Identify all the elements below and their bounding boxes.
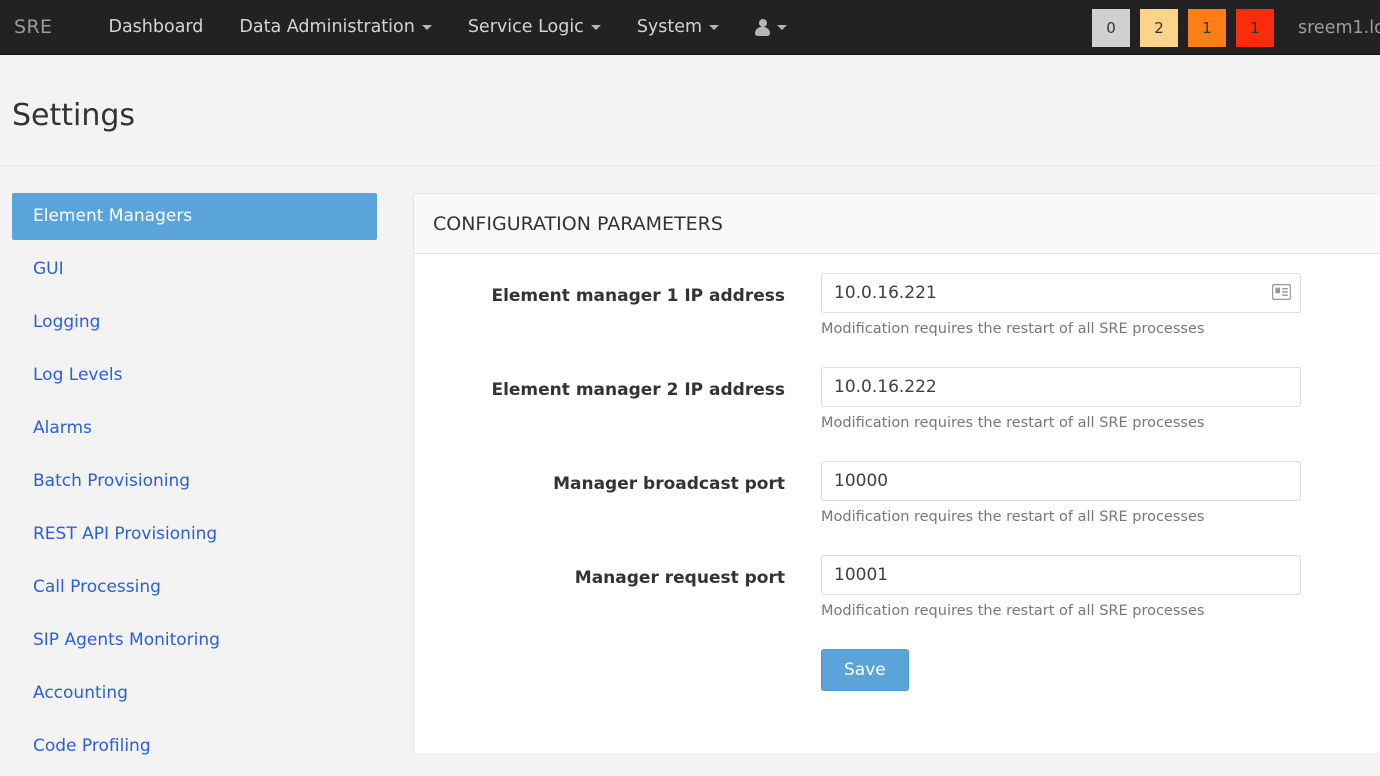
input-wrapper bbox=[821, 461, 1301, 501]
sidebar-item-code-profiling[interactable]: Code Profiling bbox=[12, 723, 377, 770]
panel-body: Element manager 1 IP address Modification… bbox=[414, 254, 1380, 691]
configuration-form: Element manager 1 IP address Modification… bbox=[414, 273, 1380, 643]
nav-link-label: Service Logic bbox=[467, 16, 584, 37]
address-card-icon[interactable] bbox=[1271, 283, 1292, 301]
chevron-down-icon bbox=[777, 24, 788, 30]
user-icon bbox=[755, 19, 771, 36]
status-badge[interactable]: 0 bbox=[1092, 8, 1130, 47]
sidebar-item-element-managers[interactable]: Element Managers bbox=[12, 193, 377, 240]
sidebar-item-alarms[interactable]: Alarms bbox=[12, 405, 377, 452]
sidebar-item-accounting[interactable]: Accounting bbox=[12, 670, 377, 717]
panel-header: CONFIGURATION PARAMETERS bbox=[414, 194, 1380, 254]
user-menu[interactable] bbox=[737, 0, 805, 55]
save-row: Save bbox=[414, 649, 1380, 691]
sidebar-item-call-processing[interactable]: Call Processing bbox=[12, 564, 377, 611]
manager-request-port-input[interactable] bbox=[821, 555, 1301, 595]
form-label: Element manager 2 IP address bbox=[491, 380, 785, 400]
chevron-down-icon bbox=[590, 24, 601, 30]
top-navbar: SRE Dashboard Data Administration Service … bbox=[0, 0, 1380, 55]
title-divider bbox=[0, 165, 1380, 166]
form-row: Manager broadcast port Modification requi… bbox=[414, 461, 1380, 549]
element-manager-2-ip-input[interactable] bbox=[821, 367, 1301, 407]
status-badge[interactable]: 1 bbox=[1188, 8, 1226, 47]
form-label: Manager broadcast port bbox=[553, 474, 785, 494]
field-help-text: Modification requires the restart of all… bbox=[821, 321, 1205, 337]
chevron-down-icon bbox=[421, 24, 432, 30]
manager-broadcast-port-input[interactable] bbox=[821, 461, 1301, 501]
page-title: Settings bbox=[12, 98, 136, 133]
settings-sidebar: Element Managers GUI Logging Log Levels Alar… bbox=[12, 193, 377, 776]
sidebar-item-sip-agents-monitoring[interactable]: SIP Agents Monitoring bbox=[12, 617, 377, 664]
field-help-text: Modification requires the restart of all… bbox=[821, 603, 1205, 619]
status-badge[interactable]: 2 bbox=[1140, 8, 1178, 47]
form-label: Element manager 1 IP address bbox=[491, 286, 785, 306]
nav-service-logic[interactable]: Service Logic bbox=[450, 0, 619, 55]
save-button[interactable]: Save bbox=[821, 649, 909, 691]
save-row-spacer bbox=[414, 649, 785, 662]
nav-link-label: Dashboard bbox=[108, 16, 204, 37]
save-button-wrap: Save bbox=[821, 649, 1301, 691]
sidebar-item-log-levels[interactable]: Log Levels bbox=[12, 352, 377, 399]
form-control-column: Modification requires the restart of all… bbox=[821, 555, 1301, 643]
field-help-text: Modification requires the restart of all… bbox=[821, 509, 1205, 525]
nav-data-administration[interactable]: Data Administration bbox=[221, 0, 449, 55]
sidebar-item-batch-provisioning[interactable]: Batch Provisioning bbox=[12, 458, 377, 505]
form-control-column: Modification requires the restart of all… bbox=[821, 273, 1301, 361]
form-row: Element manager 1 IP address Modification… bbox=[414, 273, 1380, 361]
form-control-column: Modification requires the restart of all… bbox=[821, 367, 1301, 455]
nav-link-label: System bbox=[636, 16, 703, 37]
nav-system[interactable]: System bbox=[619, 0, 737, 55]
nav-dashboard[interactable]: Dashboard bbox=[90, 0, 221, 55]
nav-links: Dashboard Data Administration Service Logi… bbox=[90, 0, 805, 55]
form-row: Element manager 2 IP address Modification… bbox=[414, 367, 1380, 455]
nav-link-label: Data Administration bbox=[239, 16, 415, 37]
chevron-down-icon bbox=[709, 24, 720, 30]
configuration-panel: CONFIGURATION PARAMETERS Element manager… bbox=[413, 193, 1380, 753]
username-label[interactable]: sreem1.lo bbox=[1298, 18, 1380, 38]
element-manager-1-ip-input[interactable] bbox=[821, 273, 1301, 313]
panel-title: CONFIGURATION PARAMETERS bbox=[433, 212, 723, 235]
status-badge[interactable]: 1 bbox=[1236, 8, 1274, 47]
sidebar-item-gui[interactable]: GUI bbox=[12, 246, 377, 293]
brand-logo[interactable]: SRE bbox=[14, 16, 52, 38]
input-wrapper bbox=[821, 273, 1301, 313]
form-row: Manager request port Modification require… bbox=[414, 555, 1380, 643]
form-label: Manager request port bbox=[574, 568, 785, 588]
sidebar-item-logging[interactable]: Logging bbox=[12, 299, 377, 346]
status-badges: 0211 bbox=[1082, 8, 1274, 47]
navbar-right-section: 0211 sreem1.lo bbox=[1082, 0, 1380, 55]
sidebar-item-rest-api-provisioning[interactable]: REST API Provisioning bbox=[12, 511, 377, 558]
input-wrapper bbox=[821, 555, 1301, 595]
field-help-text: Modification requires the restart of all… bbox=[821, 415, 1205, 431]
form-control-column: Modification requires the restart of all… bbox=[821, 461, 1301, 549]
input-wrapper bbox=[821, 367, 1301, 407]
